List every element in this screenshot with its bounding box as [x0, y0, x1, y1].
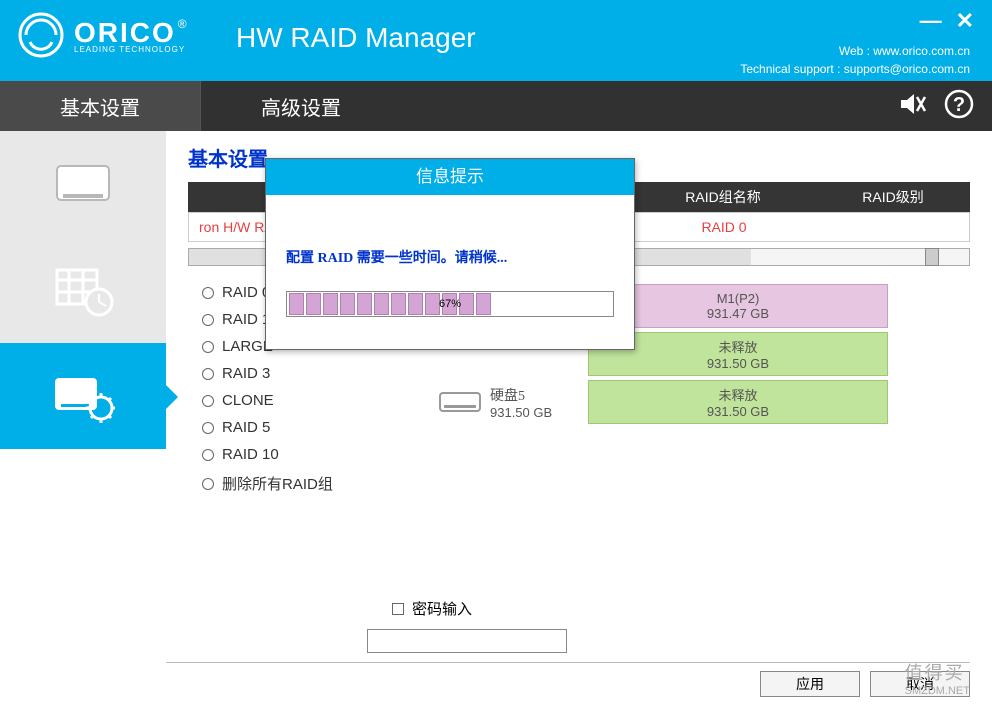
svg-text:?: ? — [953, 94, 965, 116]
help-icon[interactable]: ? — [944, 89, 974, 124]
disk-icon — [438, 387, 482, 417]
option-delete-all[interactable]: 删除所有RAID组 — [202, 473, 398, 494]
col-raid-level: RAID级别 — [818, 187, 968, 207]
minimize-button[interactable]: — — [920, 8, 942, 34]
web-link[interactable]: www.orico.com.cn — [873, 44, 970, 58]
sidebar-item-raid[interactable] — [0, 343, 166, 449]
col-raid-name: RAID组名称 — [628, 187, 818, 207]
sidebar-item-schedule[interactable] — [0, 237, 166, 343]
option-raid10[interactable]: RAID 10 — [202, 446, 398, 463]
progress-percent: 67% — [439, 298, 461, 310]
option-raid5[interactable]: RAID 5 — [202, 419, 398, 436]
header-links: Web : www.orico.com.cn Technical support… — [740, 42, 970, 78]
sidebar — [0, 131, 166, 719]
tab-bar: 基本设置 高级设置 ? — [0, 81, 992, 131]
brand-tagline: LEADING TECHNOLOGY — [74, 45, 187, 54]
mute-icon[interactable] — [898, 89, 928, 124]
cell-raid-level: RAID 0 — [629, 219, 819, 235]
option-raid3[interactable]: RAID 3 — [202, 365, 398, 382]
sidebar-item-device[interactable] — [0, 131, 166, 237]
disk-slot[interactable]: 未释放931.50 GB — [588, 380, 888, 424]
logo-area: ORICO® LEADING TECHNOLOGY — [18, 12, 187, 58]
disk-row[interactable]: 硬盘5931.50 GB 未释放931.50 GB — [438, 380, 970, 424]
disk-size: 931.50 GB — [490, 405, 580, 420]
option-clone[interactable]: CLONE — [202, 392, 398, 409]
orico-logo-icon — [18, 12, 64, 58]
window-header: ORICO® LEADING TECHNOLOGY HW RAID Manage… — [0, 0, 992, 81]
dialog-title: 信息提示 — [266, 159, 634, 195]
progress-bar: 67% — [286, 291, 614, 317]
info-dialog: 信息提示 配置 RAID 需要一些时间。请稍候... 67% — [265, 158, 635, 350]
hdd-icon — [51, 156, 115, 212]
disk-label: 硬盘5 — [490, 385, 580, 405]
apply-button[interactable]: 应用 — [760, 671, 860, 697]
calendar-clock-icon — [51, 262, 115, 318]
tab-advanced[interactable]: 高级设置 — [201, 81, 401, 131]
app-title: HW RAID Manager — [236, 22, 476, 54]
hdd-gear-icon — [51, 368, 115, 424]
brand-name: ORICO — [74, 17, 176, 48]
tab-basic[interactable]: 基本设置 — [0, 81, 200, 131]
capacity-handle[interactable] — [925, 248, 939, 266]
password-checkbox[interactable]: 密码输入 — [392, 598, 567, 619]
close-button[interactable]: ✕ — [956, 8, 974, 34]
cancel-button[interactable]: 取消 — [870, 671, 970, 697]
registered-mark: ® — [178, 17, 187, 31]
password-input[interactable] — [367, 629, 567, 653]
dialog-message: 配置 RAID 需要一些时间。请稍候... — [286, 247, 614, 267]
support-email-link[interactable]: supports@orico.com.cn — [844, 62, 970, 76]
